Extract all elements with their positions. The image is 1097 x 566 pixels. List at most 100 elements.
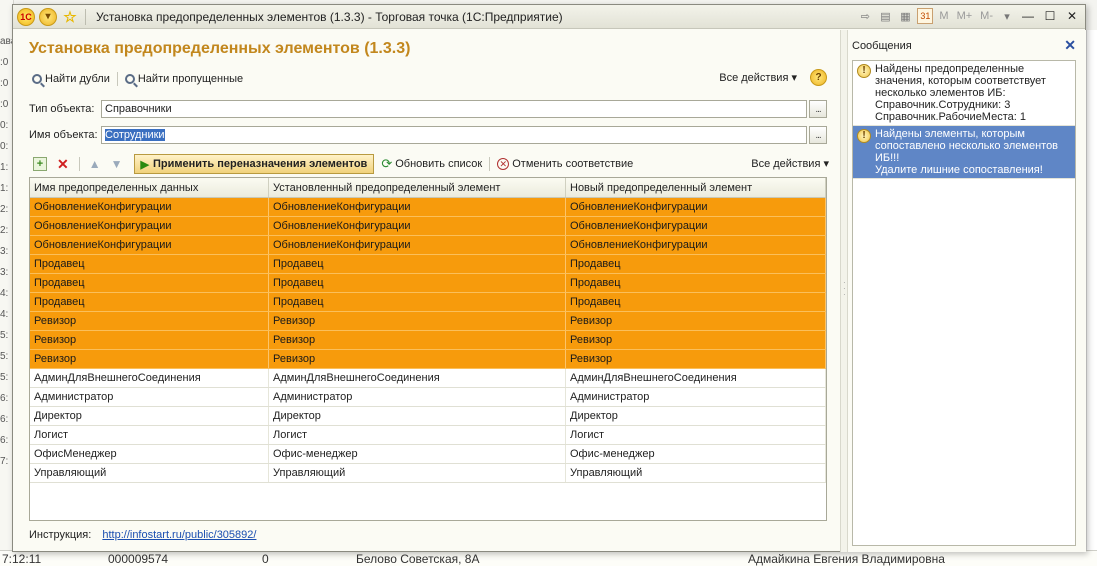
maximize-icon[interactable]: ☐: [1041, 8, 1059, 24]
table-cell: ОбновлениеКонфигурации: [566, 236, 826, 254]
table-cell: АдминДляВнешнегоСоединения: [269, 369, 566, 387]
table-cell: ОбновлениеКонфигурации: [269, 198, 566, 216]
title-bar-tools: ⇨ ▤ ▦ 31 M M+ M- ▾ — ☐ ✕: [857, 8, 1081, 24]
table-row[interactable]: Администратор Администратор Администратор: [30, 388, 826, 407]
page-title: Установка предопределенных элементов (1.…: [29, 40, 411, 57]
favorites-star-icon[interactable]: ☆: [61, 8, 79, 26]
list-all-actions-menu[interactable]: Все действия ▾: [751, 157, 829, 170]
navigate-icon[interactable]: ⇨: [857, 8, 873, 24]
instruction-link[interactable]: http://infostart.ru/public/305892/: [102, 529, 256, 541]
message-line: Найдены элементы, которым: [875, 128, 1025, 140]
move-down-icon[interactable]: ▼: [111, 157, 123, 171]
background-bottom-row: 7:12:11 000009574 0 Белово Советская, 8А…: [0, 550, 1097, 566]
refresh-list-button[interactable]: ⟳ Обновить список: [378, 154, 485, 174]
minimize-icon[interactable]: —: [1019, 8, 1037, 24]
add-row-icon[interactable]: +: [33, 157, 47, 171]
search-icon: [124, 74, 135, 84]
table-cell: Логист: [30, 426, 269, 444]
memory-plus-button[interactable]: M+: [955, 10, 975, 22]
table-cell: Логист: [566, 426, 826, 444]
help-icon[interactable]: ?: [810, 69, 827, 86]
table-row[interactable]: Управляющий Управляющий Управляющий: [30, 464, 826, 483]
object-name-value: Сотрудники: [105, 129, 165, 141]
table-row[interactable]: Продавец Продавец Продавец: [30, 274, 826, 293]
table-row[interactable]: Ревизор Ревизор Ревизор: [30, 331, 826, 350]
table-cell: Ревизор: [269, 312, 566, 330]
dropdown-icon[interactable]: ▾: [999, 8, 1015, 24]
all-actions-menu[interactable]: Все действия ▾: [719, 71, 797, 84]
elements-table[interactable]: Имя предопределенных данных Установленны…: [29, 177, 827, 521]
title-bar: 1С ▾ ☆ Установка предопределенных элемен…: [13, 5, 1085, 29]
bg-cell-zero: 0: [262, 552, 269, 566]
app-logo-icon[interactable]: 1С: [17, 7, 35, 26]
table-cell: ОбновлениеКонфигурации: [30, 198, 269, 216]
cancel-match-button[interactable]: ✕ Отменить соответствие: [494, 156, 636, 172]
table-cell: Администратор: [269, 388, 566, 406]
calculator-icon[interactable]: ▦: [897, 8, 913, 24]
apply-reassignment-button[interactable]: ▶ Применить переназначения элементов: [133, 154, 375, 174]
table-row[interactable]: Ревизор Ревизор Ревизор: [30, 312, 826, 331]
table-row[interactable]: ОфисМенеджер Офис-менеджер Офис-менеджер: [30, 445, 826, 464]
table-cell: Директор: [269, 407, 566, 425]
message-line: сопоставлено несколько элементов: [875, 140, 1059, 152]
table-row[interactable]: Директор Директор Директор: [30, 407, 826, 426]
table-cell: Управляющий: [30, 464, 269, 482]
object-name-select-button[interactable]: ...: [809, 126, 827, 144]
table-cell: Продавец: [566, 293, 826, 311]
table-cell: Продавец: [30, 293, 269, 311]
table-row[interactable]: ОбновлениеКонфигурации ОбновлениеКонфигур…: [30, 217, 826, 236]
find-missing-button[interactable]: Найти пропущенные: [122, 71, 246, 87]
table-row[interactable]: Ревизор Ревизор Ревизор: [30, 350, 826, 369]
table-cell: Директор: [566, 407, 826, 425]
object-name-label: Имя объекта:: [29, 129, 98, 141]
table-row[interactable]: Продавец Продавец Продавец: [30, 293, 826, 312]
table-cell: ОбновлениеКонфигурации: [269, 217, 566, 235]
table-cell: Ревизор: [269, 331, 566, 349]
table-cell: Продавец: [30, 255, 269, 273]
object-type-row: Тип объекта: Справочники ...: [29, 100, 827, 118]
table-cell: Продавец: [269, 274, 566, 292]
bg-cell-time: 7:12:11: [2, 552, 42, 566]
column-header-predefined-name[interactable]: Имя предопределенных данных: [30, 178, 269, 197]
table-cell: ОбновлениеКонфигурации: [566, 198, 826, 216]
message-item[interactable]: ! Найдены элементы, которым сопоставлено н…: [853, 126, 1075, 179]
delete-icon[interactable]: ✕: [57, 156, 69, 173]
refresh-list-label: Обновить список: [395, 158, 483, 170]
object-type-select-button[interactable]: ...: [809, 100, 827, 118]
table-cell: Ревизор: [30, 312, 269, 330]
calendar-icon[interactable]: 31: [917, 8, 934, 24]
main-menu-icon[interactable]: ▾: [39, 7, 57, 26]
message-line: несколько элементов ИБ:: [875, 87, 1006, 99]
messages-list: ! Найдены предопределенные значения, котор…: [852, 60, 1076, 546]
message-item[interactable]: ! Найдены предопределенные значения, котор…: [853, 61, 1075, 126]
move-up-icon[interactable]: ▲: [89, 157, 101, 171]
table-cell: Директор: [30, 407, 269, 425]
table-cell: Ревизор: [30, 350, 269, 368]
table-row[interactable]: ОбновлениеКонфигурации ОбновлениеКонфигур…: [30, 236, 826, 255]
object-name-field[interactable]: Сотрудники: [101, 126, 807, 144]
message-line: Удалите лишние сопоставления!: [875, 164, 1043, 176]
message-line: Справочник.Сотрудники: 3: [875, 99, 1011, 111]
table-row[interactable]: ОбновлениеКонфигурации ОбновлениеКонфигур…: [30, 198, 826, 217]
message-line: Справочник.РабочиеМеста: 1: [875, 111, 1026, 123]
document-icon[interactable]: ▤: [877, 8, 893, 24]
close-messages-icon[interactable]: ✕: [1064, 37, 1076, 54]
column-header-installed-element[interactable]: Установленный предопределенный элемент: [269, 178, 566, 197]
table-cell: Ревизор: [30, 331, 269, 349]
table-cell: АдминДляВнешнегоСоединения: [30, 369, 269, 387]
warning-icon: !: [857, 129, 871, 143]
memory-minus-button[interactable]: M-: [978, 10, 995, 22]
table-row[interactable]: Логист Логист Логист: [30, 426, 826, 445]
form-toolbar: Найти дубли Найти пропущенные Все действ…: [29, 68, 829, 90]
panel-splitter[interactable]: · · ·: [840, 30, 848, 552]
close-icon[interactable]: ✕: [1063, 8, 1081, 24]
table-row[interactable]: Продавец Продавец Продавец: [30, 255, 826, 274]
object-type-field[interactable]: Справочники: [101, 100, 807, 118]
memory-m-button[interactable]: M: [937, 10, 950, 22]
table-cell: Ревизор: [566, 331, 826, 349]
messages-title: Сообщения: [852, 40, 912, 52]
find-duplicates-button[interactable]: Найти дубли: [29, 71, 113, 87]
table-cell: Ревизор: [566, 350, 826, 368]
table-row[interactable]: АдминДляВнешнегоСоединения АдминДляВнешне…: [30, 369, 826, 388]
column-header-new-element[interactable]: Новый предопределенный элемент: [566, 178, 826, 197]
